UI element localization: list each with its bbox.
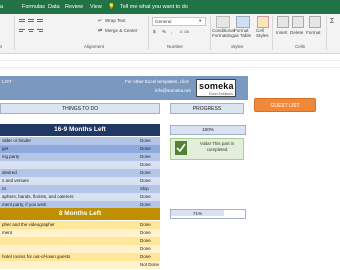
gridline bbox=[0, 67, 340, 68]
section-header-8-months: 8 Months Left bbox=[0, 208, 160, 220]
section-progress-8-months: 71% bbox=[170, 209, 246, 219]
ribbon-divider bbox=[210, 16, 211, 50]
someka-logo[interactable]: someka Excel Solutions bbox=[196, 79, 236, 97]
ribbon-divider bbox=[148, 16, 149, 50]
task-status[interactable]: Done bbox=[140, 229, 151, 237]
align-top-icons[interactable] bbox=[18, 18, 48, 24]
task-status[interactable]: Done bbox=[140, 193, 151, 201]
task-label: older or binder bbox=[2, 138, 32, 143]
format-as-table-button[interactable]: Format as Table bbox=[234, 28, 254, 38]
task-status[interactable]: Done bbox=[140, 161, 151, 169]
task-label: get bbox=[2, 146, 9, 151]
task-status[interactable]: Done bbox=[140, 177, 151, 185]
group-label-alignment: Alignment bbox=[84, 44, 105, 49]
task-row[interactable]: Not Done bbox=[0, 261, 160, 270]
promo-link[interactable]: info@someka.net bbox=[155, 88, 191, 93]
insert-button[interactable]: Insert bbox=[276, 30, 288, 35]
task-status[interactable]: Done bbox=[140, 145, 151, 153]
group-label-styles: Styles bbox=[231, 44, 244, 49]
task-label: s and venues bbox=[2, 178, 29, 183]
tab-formulas[interactable]: Formulas bbox=[22, 4, 45, 10]
delete-button[interactable]: Delete bbox=[290, 30, 303, 35]
checkmark-icon bbox=[175, 141, 187, 155]
ribbon-tab-bar: a Formulas Data Review View 💡 Tell me wh… bbox=[0, 0, 340, 14]
tab-review[interactable]: Review bbox=[65, 4, 83, 10]
align-left-icons[interactable] bbox=[18, 28, 48, 34]
logo-wordmark: someka bbox=[199, 81, 234, 91]
things-to-do-header: THINGS TO DO bbox=[0, 103, 160, 114]
conditional-formatting-icon[interactable] bbox=[216, 16, 230, 28]
task-status[interactable]: Not Done bbox=[140, 261, 159, 269]
task-status[interactable]: Done bbox=[140, 169, 151, 177]
percent-format-button[interactable]: % bbox=[162, 29, 166, 34]
cell-styles-icon[interactable] bbox=[257, 16, 269, 28]
completion-message: Voila! This part is completed bbox=[199, 141, 235, 152]
format-icon[interactable] bbox=[309, 16, 321, 28]
group-label-cells: Cells bbox=[295, 44, 306, 49]
comma-format-button[interactable]: , bbox=[171, 29, 172, 34]
task-status[interactable]: Skip bbox=[140, 185, 149, 193]
ribbon-divider bbox=[326, 16, 327, 50]
section-progress-16-9-months: 100% bbox=[170, 125, 246, 135]
task-label: nt bbox=[2, 186, 6, 191]
task-status[interactable]: Done bbox=[140, 221, 151, 229]
tell-me-search[interactable]: Tell me what you want to do bbox=[120, 4, 188, 10]
task-status[interactable]: Done bbox=[140, 237, 151, 245]
task-status[interactable]: Done bbox=[140, 137, 151, 145]
progress-value: 71% bbox=[192, 211, 203, 216]
wrap-text-icon: ↵ bbox=[98, 18, 103, 24]
task-label: desired bbox=[2, 170, 17, 175]
merge-center-button[interactable]: Merge & Center bbox=[105, 28, 137, 33]
ribbon-divider bbox=[14, 16, 15, 50]
delete-icon[interactable] bbox=[292, 16, 304, 28]
progress-header: PROGRESS bbox=[170, 103, 244, 114]
tab-data[interactable]: Data bbox=[48, 4, 60, 10]
task-status[interactable]: Done bbox=[140, 253, 151, 261]
task-status[interactable]: Done bbox=[140, 153, 151, 161]
tell-me-icon: 💡 bbox=[108, 4, 115, 10]
cell-styles-button[interactable]: Cell Styles bbox=[256, 28, 270, 38]
task-label: pher and the videographer bbox=[2, 222, 55, 227]
ribbon-divider bbox=[272, 16, 273, 50]
tab-view[interactable]: View bbox=[90, 4, 102, 10]
gridline bbox=[0, 60, 340, 61]
group-label-font: s bbox=[0, 44, 3, 49]
conditional-formatting-button[interactable]: Conditional Formatting bbox=[212, 28, 235, 38]
ribbon: s ↵ Wrap Text ⇄ Merge & Center Alignment… bbox=[0, 14, 340, 54]
chevron-down-icon: ▾ bbox=[199, 18, 202, 23]
promo-text: For other Excel templates, click bbox=[125, 79, 189, 84]
task-label: hotel rooms for out-of-town guests bbox=[2, 254, 71, 259]
format-as-table-icon[interactable] bbox=[236, 16, 250, 28]
task-label: ment bbox=[2, 230, 13, 235]
insert-icon[interactable] bbox=[277, 16, 289, 28]
number-format-value: General bbox=[155, 19, 172, 24]
format-button[interactable]: Format bbox=[306, 30, 321, 35]
task-label: aphers, bands, florists, and caterers bbox=[2, 194, 74, 199]
section-header-16-9-months: 16-9 Months Left bbox=[0, 124, 160, 136]
task-status[interactable]: Done bbox=[140, 245, 151, 253]
wrap-text-button[interactable]: Wrap Text bbox=[105, 18, 126, 23]
sum-icon[interactable]: Σ bbox=[330, 18, 334, 25]
number-format-select[interactable]: General ▾ bbox=[152, 17, 206, 26]
logo-tagline: Excel Solutions bbox=[209, 92, 233, 96]
decimal-buttons-icon[interactable]: .0 .00 bbox=[179, 29, 189, 34]
currency-format-button[interactable]: $ bbox=[153, 29, 156, 34]
task-label: ing party bbox=[2, 154, 20, 159]
merge-center-icon: ⇄ bbox=[98, 28, 103, 34]
group-label-number: Number bbox=[167, 44, 184, 49]
tab-home-fragment[interactable]: a bbox=[0, 4, 3, 10]
list-title: LIST bbox=[2, 79, 12, 84]
guest-list-button[interactable]: GUEST LIST bbox=[254, 98, 316, 112]
